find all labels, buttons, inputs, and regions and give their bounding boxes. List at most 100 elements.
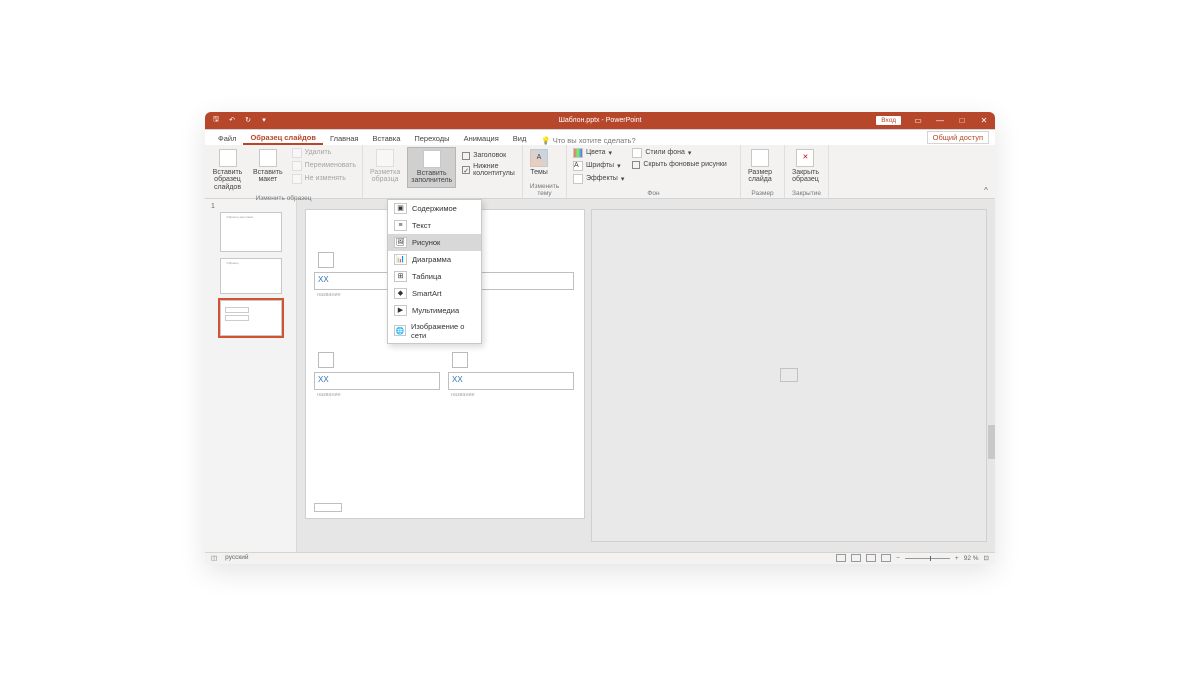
close-x-icon: ✕ [796, 149, 814, 167]
ribbon-tabs: Файл Образец слайдов Главная Вставка Пер… [205, 129, 995, 145]
option-icon: ◆ [394, 288, 407, 299]
language-status[interactable]: русский [225, 554, 248, 562]
reading-view-button[interactable] [866, 554, 876, 562]
lightbulb-icon: 💡 [541, 136, 550, 145]
title-bar: 🖫 ↶ ↻ ▾ Шаблон.pptx - PowerPoint Вход ▭ … [205, 112, 995, 129]
collapse-ribbon-button[interactable]: ^ [980, 186, 992, 196]
option-label: Содержимое [412, 204, 457, 213]
colors-label: Цвета [586, 149, 606, 156]
title-checkbox[interactable]: Заголовок [460, 151, 518, 161]
fonts-label: Шрифты [586, 162, 614, 169]
option-icon: ≡ [394, 220, 407, 231]
zoom-level[interactable]: 92 % [964, 555, 979, 562]
placeholder-caption: название [314, 392, 344, 398]
tab-insert[interactable]: Вставка [365, 132, 407, 145]
option-icon: ⊞ [394, 271, 407, 282]
sorter-view-button[interactable] [851, 554, 861, 562]
hide-background-checkbox[interactable]: Скрыть фоновые рисунки [630, 160, 728, 170]
zoom-slider[interactable] [905, 558, 950, 559]
qat-dropdown-icon[interactable]: ▾ [259, 115, 269, 125]
share-button[interactable]: Общий доступ [927, 131, 989, 144]
preserve-label: Не изменять [305, 175, 346, 182]
tab-animations[interactable]: Анимация [457, 132, 506, 145]
delete-button: Удалить [290, 147, 358, 159]
placeholder-xx: XX [449, 373, 573, 386]
placeholder-option-рисунок[interactable]: 🖼Рисунок [388, 234, 481, 251]
login-button[interactable]: Вход [876, 116, 901, 125]
ribbon-display-icon[interactable]: ▭ [907, 112, 929, 129]
content-placeholder-4[interactable]: XX [448, 372, 574, 390]
themes-button[interactable]: AТемы [527, 147, 551, 179]
close-master-button[interactable]: ✕ Закрыть образец [789, 147, 822, 186]
redo-icon[interactable]: ↻ [243, 115, 253, 125]
insert-slide-master-button[interactable]: Вставить образец слайдов [209, 147, 246, 194]
master-layout-button: Разметка образца [367, 147, 403, 186]
checkbox-icon: ✓ [462, 166, 470, 174]
placeholder-icon [423, 150, 441, 168]
minimize-button[interactable]: — [929, 112, 951, 129]
rename-label: Переименовать [305, 162, 356, 169]
preserve-button: Не изменять [290, 173, 358, 185]
master-number: 1 [211, 203, 290, 210]
slideshow-button[interactable] [881, 554, 891, 562]
option-icon: ▣ [394, 203, 407, 214]
colors-icon [573, 148, 583, 158]
maximize-button[interactable]: □ [951, 112, 973, 129]
placeholder-option-smartart[interactable]: ◆SmartArt [388, 285, 481, 302]
insert-placeholder-dropdown: ▣ Содержимое ≡Текст🖼Рисунок📊Диаграмма⊞Табл… [387, 199, 482, 344]
footers-checkbox[interactable]: ✓Нижние колонтитулы [460, 162, 518, 178]
zoom-out-button[interactable]: − [896, 555, 900, 562]
placeholder-option-диаграмма[interactable]: 📊Диаграмма [388, 251, 481, 268]
fonts-button[interactable]: AШрифты ▾ [571, 160, 626, 172]
ribbon: Вставить образец слайдов Вставить макет … [205, 145, 995, 199]
tab-home[interactable]: Главная [323, 132, 366, 145]
placeholder-option-текст[interactable]: ≡Текст [388, 217, 481, 234]
content-placeholder-3[interactable]: XX [314, 372, 440, 390]
save-icon[interactable]: 🖫 [211, 115, 221, 125]
close-button[interactable]: ✕ [973, 112, 995, 129]
normal-view-button[interactable] [836, 554, 846, 562]
chevron-down-icon: ▾ [617, 162, 621, 170]
placeholder-option-таблица[interactable]: ⊞Таблица [388, 268, 481, 285]
group-label-theme: Изменить тему [527, 182, 562, 197]
tab-file[interactable]: Файл [211, 132, 243, 145]
spellcheck-icon[interactable]: ◫ [211, 554, 217, 562]
checkbox-icon [632, 161, 640, 169]
preserve-icon [292, 174, 302, 184]
rename-icon [292, 161, 302, 171]
slide-thumbnails-panel[interactable]: 1 Образец заголовка Образец [205, 199, 297, 552]
rename-button: Переименовать [290, 160, 358, 172]
footer-placeholder[interactable] [314, 503, 342, 512]
effects-icon [573, 174, 583, 184]
tab-slide-master[interactable]: Образец слайдов [243, 131, 322, 145]
slide-size-label: Размер слайда [748, 169, 772, 184]
option-icon: 🌐 [394, 325, 406, 336]
placeholder-option-содержимое[interactable]: ▣ Содержимое [388, 200, 481, 217]
tab-view[interactable]: Вид [506, 132, 534, 145]
layout-thumbnail-2[interactable] [220, 300, 282, 336]
master-thumbnail[interactable]: Образец заголовка [220, 212, 282, 252]
insert-placeholder-button[interactable]: Вставить заполнитель [407, 147, 456, 188]
placeholder-option-мультимедиа[interactable]: ▶Мультимедиа [388, 302, 481, 319]
background-styles-button[interactable]: Стили фона ▾ [630, 147, 728, 159]
colors-button[interactable]: Цвета ▾ [571, 147, 626, 159]
effects-button[interactable]: Эффекты ▾ [571, 173, 626, 185]
tab-transitions[interactable]: Переходы [407, 132, 456, 145]
placeholder-type-icon [318, 252, 334, 268]
group-label-size: Размер [745, 189, 780, 197]
vertical-scrollbar-thumb[interactable] [988, 425, 995, 459]
close-master-label: Закрыть образец [792, 169, 819, 184]
placeholder-type-icon [318, 352, 334, 368]
placeholder-option-изображение о сети[interactable]: 🌐Изображение о сети [388, 319, 481, 343]
slide-size-button[interactable]: Размер слайда [745, 147, 775, 186]
tell-me-search[interactable]: 💡Что вы хотите сделать? [541, 136, 635, 145]
insert-layout-button[interactable]: Вставить макет [250, 147, 286, 186]
zoom-in-button[interactable]: + [955, 555, 959, 562]
placeholder-type-icon [452, 352, 468, 368]
bg-styles-label: Стили фона [645, 149, 685, 156]
layout-thumbnail-1[interactable]: Образец [220, 258, 282, 294]
fit-window-button[interactable]: ⊡ [984, 554, 989, 562]
bg-styles-icon [632, 148, 642, 158]
footers-checkbox-label: Нижние колонтитулы [473, 163, 516, 177]
undo-icon[interactable]: ↶ [227, 115, 237, 125]
